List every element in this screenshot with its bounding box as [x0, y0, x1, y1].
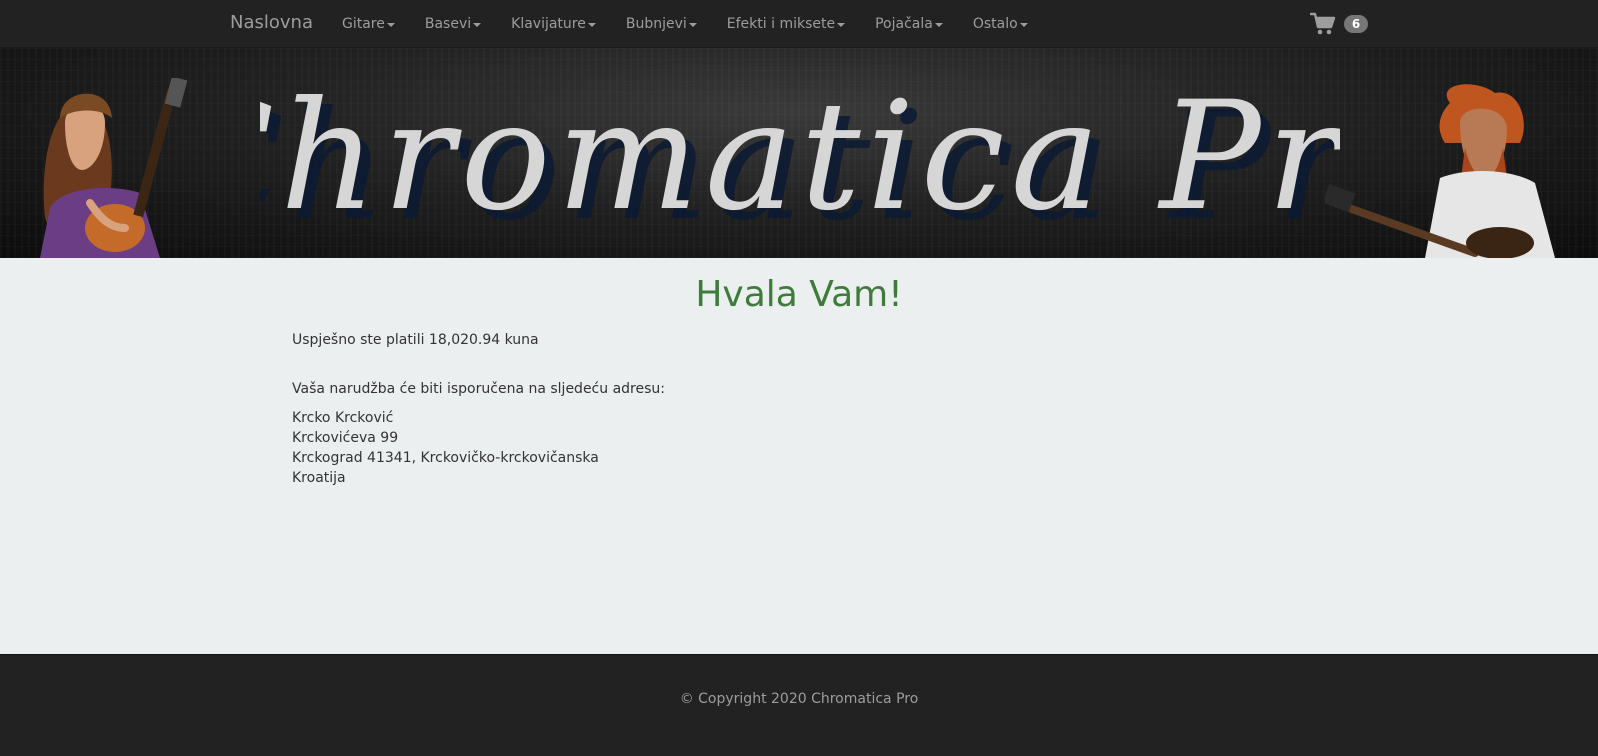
- menu-item-basevi[interactable]: Basevi: [410, 0, 496, 47]
- caret-down-icon: [688, 22, 697, 27]
- menu-item-efekti[interactable]: Efekti i miksete: [712, 0, 860, 47]
- menu-item-klavijature[interactable]: Klavijature: [496, 0, 611, 47]
- svg-text:Chromatica Pro: Chromatica Pro: [260, 70, 1340, 244]
- female-guitarist-illustration: [40, 78, 188, 258]
- menu-item-label: Pojačala: [875, 15, 933, 32]
- caret-down-icon: [934, 22, 943, 27]
- menu-item-gitare[interactable]: Gitare: [327, 0, 410, 47]
- address-name: Krcko Krcković: [292, 410, 394, 426]
- cart-button[interactable]: 6: [1310, 11, 1368, 37]
- caret-down-icon: [386, 22, 395, 27]
- caret-down-icon: [837, 22, 846, 27]
- address-street: Krckovićeva 99: [292, 430, 399, 446]
- order-confirmation: Uspješno ste platili 18,020.94 kuna Vaša…: [292, 330, 1192, 488]
- delivery-message: Vaša narudžba će biti isporučena na slje…: [292, 381, 665, 397]
- caret-down-icon: [587, 22, 596, 27]
- chromatica-pro-logo: Chromatica Pro Chromatica Pro: [260, 70, 1340, 248]
- shopping-cart-icon: [1310, 12, 1336, 35]
- shipping-address: Krcko Krcković Krckovićeva 99 Krckograd …: [292, 408, 1192, 488]
- menu-item-label: Ostalo: [972, 15, 1018, 32]
- male-guitarist-illustration: [1325, 84, 1555, 258]
- caret-down-icon: [1019, 22, 1028, 27]
- menu-item-bubnjevi[interactable]: Bubnjevi: [611, 0, 712, 47]
- main-content: Hvala Vam! Uspješno ste platili 18,020.9…: [0, 258, 1598, 654]
- caret-down-icon: [473, 22, 482, 27]
- hero-banner: Chromatica Pro Chromatica Pro: [0, 48, 1598, 258]
- menu-item-ostalo[interactable]: Ostalo: [958, 0, 1043, 47]
- menu-item-label: Gitare: [342, 15, 385, 32]
- menu-item-label: Basevi: [424, 15, 472, 32]
- top-navbar: Naslovna Gitare Basevi Klavijature Bubnj…: [0, 0, 1598, 48]
- brand-home-link[interactable]: Naslovna: [230, 12, 313, 33]
- category-menu: Gitare Basevi Klavijature Bubnjevi Efekt…: [327, 0, 1043, 47]
- menu-item-pojacala[interactable]: Pojačala: [860, 0, 958, 47]
- menu-item-label: Klavijature: [511, 15, 586, 32]
- cart-count-badge: 6: [1344, 15, 1368, 33]
- page-title: Hvala Vam!: [695, 274, 903, 315]
- address-city: Krckograd 41341, Krckovičko-krckovičansk…: [292, 450, 599, 466]
- copyright-text: © Copyright 2020 Chromatica Pro: [679, 691, 919, 707]
- payment-success-message: Uspješno ste platili 18,020.94 kuna: [292, 332, 539, 348]
- menu-item-label: Bubnjevi: [625, 15, 687, 32]
- menu-item-label: Efekti i miksete: [726, 15, 836, 32]
- address-country: Kroatija: [292, 470, 346, 486]
- page-footer: © Copyright 2020 Chromatica Pro: [0, 654, 1598, 756]
